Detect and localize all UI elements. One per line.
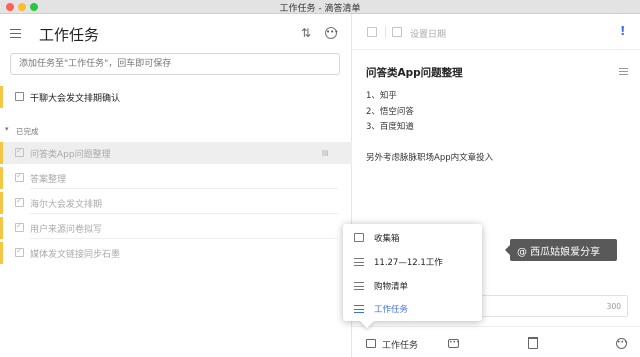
task-checkbox[interactable]	[15, 196, 24, 207]
task-row[interactable]: 用户来源问卷拟写	[0, 217, 352, 239]
task-checkbox[interactable]	[15, 171, 24, 182]
list-icon	[354, 305, 364, 313]
watermark-text: @ 西瓜姑娘爱分享	[517, 247, 601, 258]
title-bar: 工作任务 - 滴答清单	[0, 0, 640, 14]
popup-item-label: 收集箱	[374, 234, 400, 244]
row-divider	[30, 188, 338, 189]
set-date-button[interactable]: 设置日期	[410, 27, 446, 40]
task-row[interactable]: 答案整理	[0, 167, 352, 189]
row-divider	[30, 213, 338, 214]
inbox-icon	[354, 233, 364, 242]
task-row[interactable]: 媒体发文链接同步石墨	[0, 242, 352, 264]
task-list-pane: 工作任务 ⇅ ••• 干聊大会发文排期确认 ▾ 已完成 问答类App问题整理 ▤…	[0, 14, 352, 357]
more-options-icon[interactable]: •••	[325, 27, 338, 39]
task-title: 干聊大会发文排期确认	[30, 94, 121, 104]
popup-item-shopping[interactable]: 购物清单	[343, 274, 482, 298]
popup-item-label: 购物清单	[374, 282, 409, 292]
task-title: 答案整理	[30, 175, 67, 185]
popup-item-label: 11.27—12.1工作	[374, 258, 443, 268]
task-title: 用户来源问卷拟写	[30, 225, 103, 235]
priority-indicator	[0, 142, 3, 164]
list-picker-popup: 收集箱 11.27—12.1工作 购物清单 工作任务	[343, 224, 482, 329]
list-folder-icon[interactable]	[366, 339, 376, 348]
popup-item-weekly-work[interactable]: 11.27—12.1工作	[343, 250, 482, 274]
task-checkbox[interactable]	[15, 246, 24, 257]
task-checkbox[interactable]	[15, 92, 24, 101]
popup-item-label: 工作任务	[374, 305, 409, 315]
sort-icon[interactable]: ⇅	[301, 26, 311, 40]
watermark-badge: @ 西瓜姑娘爱分享	[505, 239, 617, 261]
detail-checkbox[interactable]	[367, 27, 377, 37]
detail-bottom-bar: 工作任务 ••• •••	[352, 326, 640, 357]
content-line: 另外考虑脉脉职场App内文章投入	[366, 153, 494, 163]
priority-indicator	[0, 242, 3, 264]
content-line: 3、百度知道	[366, 122, 414, 132]
comment-icon[interactable]: •••	[448, 339, 460, 348]
toolbar-divider	[385, 26, 386, 38]
task-title: 海尔大会发文排期	[30, 200, 103, 210]
priority-indicator	[0, 86, 3, 108]
task-checkbox[interactable]	[15, 146, 24, 157]
list-icon	[354, 282, 364, 290]
task-title: 媒体发文链接同步石墨	[30, 250, 121, 260]
subtask-input[interactable]: 300	[480, 295, 628, 317]
task-row[interactable]: 问答类App问题整理 ▤	[0, 142, 352, 164]
hamburger-menu-icon[interactable]	[10, 29, 21, 38]
priority-icon[interactable]: !	[620, 24, 625, 38]
detail-toolbar: 设置日期 !	[352, 14, 640, 50]
list-icon	[354, 258, 364, 266]
task-row[interactable]: 干聊大会发文排期确认	[0, 86, 352, 108]
completed-section-label: 已完成	[16, 127, 39, 136]
window-title: 工作任务 - 滴答清单	[279, 4, 361, 14]
priority-indicator	[0, 167, 3, 189]
trash-icon[interactable]	[528, 337, 538, 349]
calendar-icon[interactable]	[392, 27, 402, 37]
priority-indicator	[0, 217, 3, 239]
task-title: 问答类App问题整理	[30, 150, 111, 160]
chevron-down-icon: ▾	[5, 125, 9, 133]
content-line: 2、悟空问答	[366, 107, 414, 117]
detail-title[interactable]: 问答类App问题整理	[366, 65, 463, 80]
completed-section-header[interactable]: ▾ 已完成	[0, 125, 200, 139]
task-row[interactable]: 海尔大会发文排期	[0, 192, 352, 214]
list-title: 工作任务	[39, 26, 100, 44]
content-line: 1、知乎	[366, 91, 397, 101]
list-selector[interactable]: 工作任务	[382, 338, 418, 351]
more-options-icon[interactable]: •••	[616, 338, 628, 349]
row-divider	[30, 238, 338, 239]
priority-indicator	[0, 192, 3, 214]
note-icon: ▤	[322, 149, 329, 157]
task-checkbox[interactable]	[15, 221, 24, 232]
detail-menu-icon[interactable]	[619, 68, 628, 75]
watermark-tip	[505, 245, 510, 255]
popup-item-inbox[interactable]: 收集箱	[343, 226, 482, 250]
add-task-input[interactable]	[10, 53, 340, 75]
char-count: 300	[606, 302, 621, 311]
